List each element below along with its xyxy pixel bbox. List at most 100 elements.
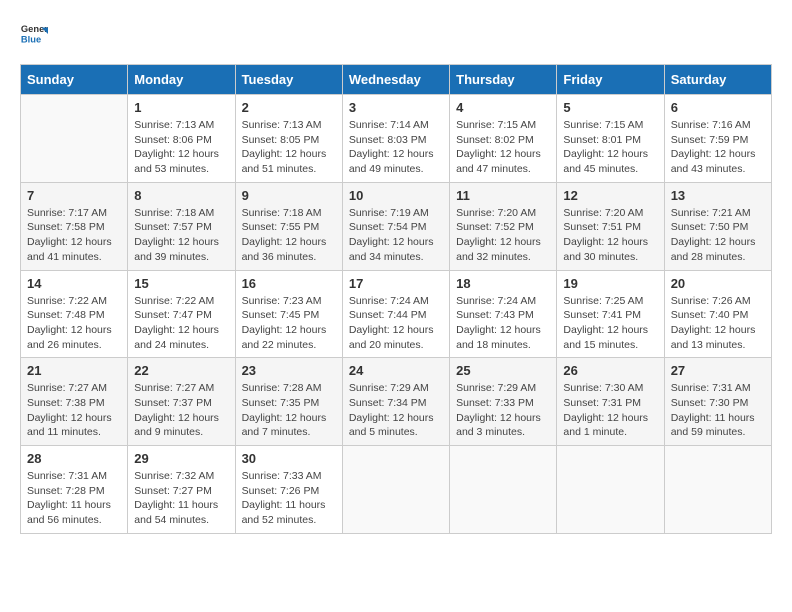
svg-text:Blue: Blue bbox=[21, 34, 41, 44]
day-cell bbox=[21, 95, 128, 183]
day-info: Sunrise: 7:15 AM Sunset: 8:02 PM Dayligh… bbox=[456, 118, 550, 177]
day-number: 11 bbox=[456, 188, 550, 203]
day-info: Sunrise: 7:26 AM Sunset: 7:40 PM Dayligh… bbox=[671, 294, 765, 353]
weekday-header-friday: Friday bbox=[557, 65, 664, 95]
day-info: Sunrise: 7:25 AM Sunset: 7:41 PM Dayligh… bbox=[563, 294, 657, 353]
day-info: Sunrise: 7:28 AM Sunset: 7:35 PM Dayligh… bbox=[242, 381, 336, 440]
day-number: 16 bbox=[242, 276, 336, 291]
day-cell: 9 Sunrise: 7:18 AM Sunset: 7:55 PM Daylig… bbox=[235, 182, 342, 270]
day-number: 30 bbox=[242, 451, 336, 466]
day-cell bbox=[342, 446, 449, 534]
day-cell: 24 Sunrise: 7:29 AM Sunset: 7:34 PM Dayli… bbox=[342, 358, 449, 446]
day-cell: 15Sunrise: 7:22 AM Sunset: 7:47 PM Dayli… bbox=[128, 270, 235, 358]
day-number: 10 bbox=[349, 188, 443, 203]
day-cell: 4 Sunrise: 7:15 AM Sunset: 8:02 PM Daylig… bbox=[450, 95, 557, 183]
day-info: Sunrise: 7:18 AM Sunset: 7:55 PM Dayligh… bbox=[242, 206, 336, 265]
day-number: 28 bbox=[27, 451, 121, 466]
day-info: Sunrise: 7:14 AM Sunset: 8:03 PM Dayligh… bbox=[349, 118, 443, 177]
day-number: 3 bbox=[349, 100, 443, 115]
day-info: Sunrise: 7:24 AM Sunset: 7:43 PM Dayligh… bbox=[456, 294, 550, 353]
day-info: Sunrise: 7:17 AM Sunset: 7:58 PM Dayligh… bbox=[27, 206, 121, 265]
day-info: Sunrise: 7:20 AM Sunset: 7:51 PM Dayligh… bbox=[563, 206, 657, 265]
day-cell: 27Sunrise: 7:31 AM Sunset: 7:30 PM Dayli… bbox=[664, 358, 771, 446]
day-info: Sunrise: 7:18 AM Sunset: 7:57 PM Dayligh… bbox=[134, 206, 228, 265]
weekday-header-saturday: Saturday bbox=[664, 65, 771, 95]
day-info: Sunrise: 7:27 AM Sunset: 7:37 PM Dayligh… bbox=[134, 381, 228, 440]
day-cell: 17 Sunrise: 7:24 AM Sunset: 7:44 PM Dayli… bbox=[342, 270, 449, 358]
day-number: 29 bbox=[134, 451, 228, 466]
day-info: Sunrise: 7:15 AM Sunset: 8:01 PM Dayligh… bbox=[563, 118, 657, 177]
week-row-4: 21Sunrise: 7:27 AM Sunset: 7:38 PM Dayli… bbox=[21, 358, 772, 446]
day-number: 9 bbox=[242, 188, 336, 203]
day-number: 1 bbox=[134, 100, 228, 115]
day-cell: 6 Sunrise: 7:16 AM Sunset: 7:59 PM Daylig… bbox=[664, 95, 771, 183]
day-info: Sunrise: 7:22 AM Sunset: 7:47 PM Dayligh… bbox=[134, 294, 228, 353]
day-info: Sunrise: 7:22 AM Sunset: 7:48 PM Dayligh… bbox=[27, 294, 121, 353]
day-number: 26 bbox=[563, 363, 657, 378]
day-cell: 20 Sunrise: 7:26 AM Sunset: 7:40 PM Dayli… bbox=[664, 270, 771, 358]
day-number: 2 bbox=[242, 100, 336, 115]
logo: General Blue bbox=[20, 20, 52, 48]
day-number: 18 bbox=[456, 276, 550, 291]
day-info: Sunrise: 7:30 AM Sunset: 7:31 PM Dayligh… bbox=[563, 381, 657, 440]
day-cell: 23 Sunrise: 7:28 AM Sunset: 7:35 PM Dayli… bbox=[235, 358, 342, 446]
day-cell: 14 Sunrise: 7:22 AM Sunset: 7:48 PM Dayli… bbox=[21, 270, 128, 358]
day-cell: 10 Sunrise: 7:19 AM Sunset: 7:54 PM Dayli… bbox=[342, 182, 449, 270]
day-cell: 29 Sunrise: 7:32 AM Sunset: 7:27 PM Dayli… bbox=[128, 446, 235, 534]
day-number: 5 bbox=[563, 100, 657, 115]
day-number: 17 bbox=[349, 276, 443, 291]
day-number: 8 bbox=[134, 188, 228, 203]
logo-icon: General Blue bbox=[20, 20, 48, 48]
day-number: 25 bbox=[456, 363, 550, 378]
day-number: 14 bbox=[27, 276, 121, 291]
day-number: 20 bbox=[671, 276, 765, 291]
week-row-5: 28 Sunrise: 7:31 AM Sunset: 7:28 PM Dayli… bbox=[21, 446, 772, 534]
day-info: Sunrise: 7:29 AM Sunset: 7:34 PM Dayligh… bbox=[349, 381, 443, 440]
weekday-header-sunday: Sunday bbox=[21, 65, 128, 95]
day-number: 6 bbox=[671, 100, 765, 115]
day-cell: 12 Sunrise: 7:20 AM Sunset: 7:51 PM Dayli… bbox=[557, 182, 664, 270]
day-cell: 5 Sunrise: 7:15 AM Sunset: 8:01 PM Daylig… bbox=[557, 95, 664, 183]
day-info: Sunrise: 7:19 AM Sunset: 7:54 PM Dayligh… bbox=[349, 206, 443, 265]
weekday-header-thursday: Thursday bbox=[450, 65, 557, 95]
day-number: 19 bbox=[563, 276, 657, 291]
day-cell: 18 Sunrise: 7:24 AM Sunset: 7:43 PM Dayli… bbox=[450, 270, 557, 358]
weekday-header-tuesday: Tuesday bbox=[235, 65, 342, 95]
day-info: Sunrise: 7:16 AM Sunset: 7:59 PM Dayligh… bbox=[671, 118, 765, 177]
day-cell bbox=[557, 446, 664, 534]
day-cell bbox=[450, 446, 557, 534]
day-number: 13 bbox=[671, 188, 765, 203]
day-cell: 1 Sunrise: 7:13 AM Sunset: 8:06 PM Daylig… bbox=[128, 95, 235, 183]
day-number: 22 bbox=[134, 363, 228, 378]
day-info: Sunrise: 7:32 AM Sunset: 7:27 PM Dayligh… bbox=[134, 469, 228, 528]
day-number: 12 bbox=[563, 188, 657, 203]
day-number: 24 bbox=[349, 363, 443, 378]
day-cell: 26 Sunrise: 7:30 AM Sunset: 7:31 PM Dayli… bbox=[557, 358, 664, 446]
calendar-table: SundayMondayTuesdayWednesdayThursdayFrid… bbox=[20, 64, 772, 534]
week-row-1: 1 Sunrise: 7:13 AM Sunset: 8:06 PM Daylig… bbox=[21, 95, 772, 183]
day-number: 23 bbox=[242, 363, 336, 378]
day-cell: 3 Sunrise: 7:14 AM Sunset: 8:03 PM Daylig… bbox=[342, 95, 449, 183]
day-info: Sunrise: 7:21 AM Sunset: 7:50 PM Dayligh… bbox=[671, 206, 765, 265]
weekday-header-row: SundayMondayTuesdayWednesdayThursdayFrid… bbox=[21, 65, 772, 95]
day-info: Sunrise: 7:31 AM Sunset: 7:30 PM Dayligh… bbox=[671, 381, 765, 440]
day-cell: 22 Sunrise: 7:27 AM Sunset: 7:37 PM Dayli… bbox=[128, 358, 235, 446]
day-info: Sunrise: 7:13 AM Sunset: 8:06 PM Dayligh… bbox=[134, 118, 228, 177]
day-cell: 13 Sunrise: 7:21 AM Sunset: 7:50 PM Dayli… bbox=[664, 182, 771, 270]
day-cell: 8 Sunrise: 7:18 AM Sunset: 7:57 PM Daylig… bbox=[128, 182, 235, 270]
week-row-2: 7 Sunrise: 7:17 AM Sunset: 7:58 PM Daylig… bbox=[21, 182, 772, 270]
day-number: 4 bbox=[456, 100, 550, 115]
day-info: Sunrise: 7:29 AM Sunset: 7:33 PM Dayligh… bbox=[456, 381, 550, 440]
day-cell: 11Sunrise: 7:20 AM Sunset: 7:52 PM Dayli… bbox=[450, 182, 557, 270]
day-info: Sunrise: 7:33 AM Sunset: 7:26 PM Dayligh… bbox=[242, 469, 336, 528]
day-number: 7 bbox=[27, 188, 121, 203]
day-number: 21 bbox=[27, 363, 121, 378]
day-info: Sunrise: 7:24 AM Sunset: 7:44 PM Dayligh… bbox=[349, 294, 443, 353]
day-cell: 30 Sunrise: 7:33 AM Sunset: 7:26 PM Dayli… bbox=[235, 446, 342, 534]
day-info: Sunrise: 7:13 AM Sunset: 8:05 PM Dayligh… bbox=[242, 118, 336, 177]
day-cell bbox=[664, 446, 771, 534]
weekday-header-monday: Monday bbox=[128, 65, 235, 95]
day-cell: 21Sunrise: 7:27 AM Sunset: 7:38 PM Dayli… bbox=[21, 358, 128, 446]
day-info: Sunrise: 7:31 AM Sunset: 7:28 PM Dayligh… bbox=[27, 469, 121, 528]
day-cell: 16Sunrise: 7:23 AM Sunset: 7:45 PM Dayli… bbox=[235, 270, 342, 358]
